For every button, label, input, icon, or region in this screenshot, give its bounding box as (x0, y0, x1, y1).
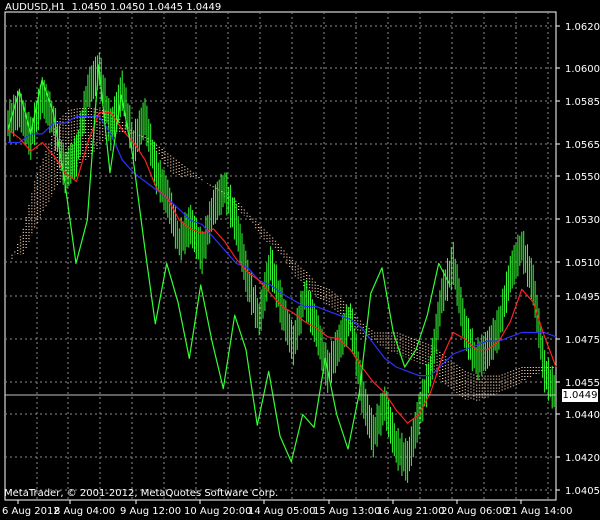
price-tick-label: 1.0565 (565, 140, 600, 151)
chart-canvas[interactable]: 1.0620 1.0600 1.0585 1.0565 1.0550 1.0530 1.05… (0, 0, 600, 520)
price-tick-label: 1.0495 (565, 292, 600, 303)
tenkan-line (7, 111, 557, 424)
time-tick-label: 10 Aug 20:00 (184, 506, 251, 517)
price-tick-label: 1.0440 (565, 410, 600, 421)
price-tick-label: 1.0455 (565, 378, 600, 389)
time-tick-label: 6 Aug 2012 (2, 506, 60, 517)
copyright-text: MetaTrader, © 2001-2012, MetaQuotes Soft… (4, 488, 279, 499)
time-tick-label: 16 Aug 21:00 (377, 506, 444, 517)
time-tick-label: 20 Aug 06:00 (441, 506, 508, 517)
price-tick-label: 1.0620 (565, 22, 600, 33)
price-tick-label: 1.0420 (565, 453, 600, 464)
price-tick-label: 1.0475 (565, 335, 600, 346)
price-tick-label: 1.0405 (565, 486, 600, 497)
kijun-line (8, 115, 557, 377)
time-tick-label: 21 Aug 14:00 (505, 506, 572, 517)
price-tick-label: 1.0550 (565, 172, 600, 183)
time-tick-label: 9 Aug 12:00 (120, 506, 181, 517)
time-tick-label: 14 Aug 05:00 (248, 506, 315, 517)
time-tick-label: 15 Aug 13:00 (313, 506, 380, 517)
time-tick-label: 8 Aug 04:00 (54, 506, 115, 517)
chart-window[interactable]: AUDUSD,H1 1.0450 1.0450 1.0445 1.0449 1.… (0, 0, 600, 520)
price-tick-label: 1.0585 (565, 97, 600, 108)
price-tick-label: 1.0510 (565, 258, 600, 269)
current-price-marker: 1.0449 (562, 389, 598, 402)
price-tick-label: 1.0530 (565, 215, 600, 226)
price-tick-label: 1.0600 (565, 64, 600, 75)
